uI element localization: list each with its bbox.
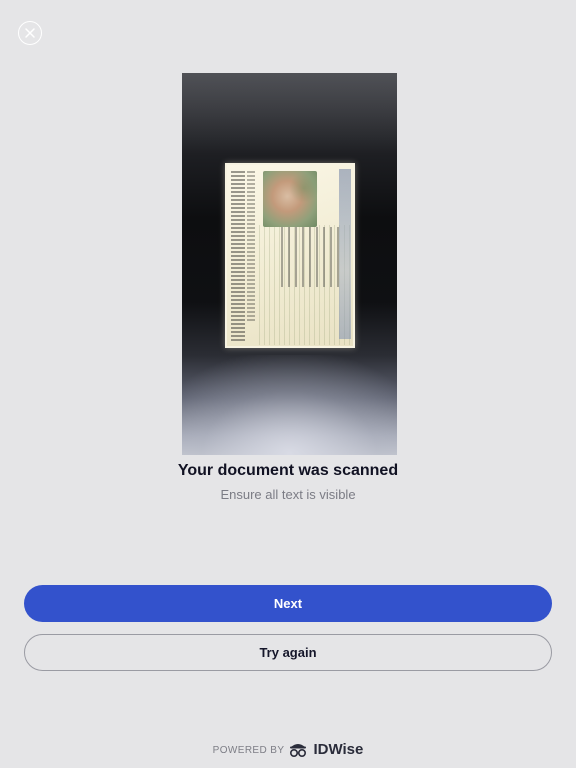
id-card — [225, 163, 355, 348]
scan-title: Your document was scanned — [177, 462, 399, 479]
try-again-button[interactable]: Try again — [24, 634, 552, 671]
powered-by-footer: POWERED BY IDWise — [0, 741, 576, 759]
close-button[interactable] — [18, 21, 42, 45]
idwise-logo-icon — [290, 744, 307, 758]
brand-name: IDWise — [313, 741, 364, 758]
powered-by-label: POWERED BY — [212, 744, 285, 756]
scanned-document-image — [182, 73, 397, 455]
close-icon — [25, 28, 35, 38]
scan-subtitle: Ensure all text is visible — [220, 487, 356, 502]
next-button[interactable]: Next — [24, 585, 552, 622]
